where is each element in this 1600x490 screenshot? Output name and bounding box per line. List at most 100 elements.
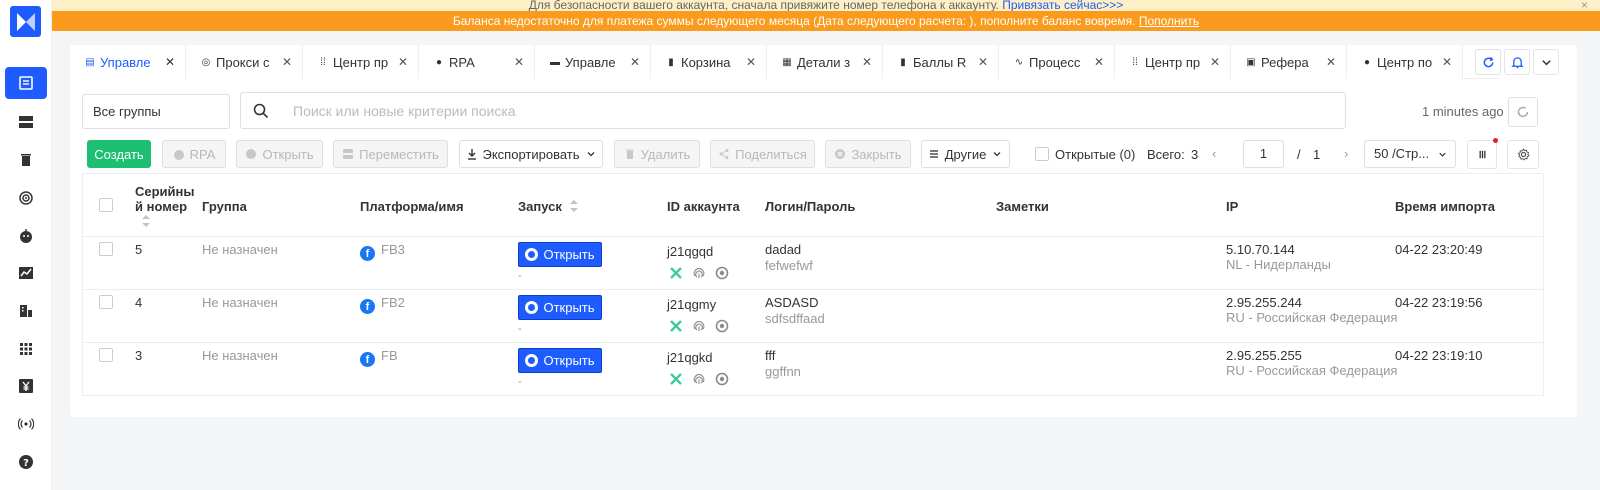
- notifications-button[interactable]: [1504, 49, 1530, 75]
- tab-item[interactable]: ▦ Детали з ✕: [767, 45, 883, 79]
- sidebar-item-apps[interactable]: [5, 333, 47, 365]
- sidebar-item-company[interactable]: [5, 295, 47, 327]
- page-number-input[interactable]: 1: [1243, 140, 1284, 168]
- fingerprint-icon[interactable]: [691, 371, 706, 386]
- bind-phone-link[interactable]: Привязать сейчас>>>: [1002, 0, 1123, 11]
- sidebar-item-rpa[interactable]: [5, 220, 47, 252]
- sidebar-item-broadcast[interactable]: [5, 408, 47, 440]
- target-icon[interactable]: [714, 265, 729, 280]
- tab-label: Центр по: [1377, 54, 1433, 70]
- tab-close-icon[interactable]: ✕: [978, 55, 988, 69]
- tab-close-icon[interactable]: ✕: [1442, 55, 1452, 69]
- sidebar-item-help[interactable]: ?: [5, 446, 47, 478]
- sidebar-item-stats[interactable]: [5, 257, 47, 289]
- page-separator: /: [1297, 147, 1301, 162]
- tab-item[interactable]: ⁞⁞ Центр пр ✕: [303, 45, 419, 79]
- create-button[interactable]: Создать: [87, 140, 151, 168]
- broadcast-icon: [18, 418, 34, 430]
- cell-group: Не назначен: [202, 242, 278, 257]
- open-profile-label: Открыть: [543, 247, 595, 262]
- sidebar-item-billing[interactable]: [5, 370, 47, 402]
- tab-item[interactable]: ∿ Процесс ✕: [999, 45, 1115, 79]
- tab-item[interactable]: ◎ Прокси с ✕: [186, 45, 303, 79]
- opened-filter-checkbox[interactable]: [1035, 147, 1049, 161]
- fingerprint-icon[interactable]: [691, 265, 706, 280]
- tab-close-icon[interactable]: ✕: [1326, 55, 1336, 69]
- target-icon[interactable]: [714, 371, 729, 386]
- move-button[interactable]: Переместить: [333, 140, 448, 168]
- search-input[interactable]: [293, 101, 1193, 121]
- refresh-list-button[interactable]: [1508, 97, 1538, 127]
- tab-item[interactable]: ● RPA ✕: [419, 45, 535, 79]
- facebook-icon: f: [360, 246, 375, 261]
- tab-close-icon[interactable]: ✕: [862, 55, 872, 69]
- tab-close-icon[interactable]: ✕: [630, 55, 640, 69]
- account-icons: [668, 318, 729, 333]
- top-up-link[interactable]: Пополнить: [1139, 14, 1199, 28]
- group-select[interactable]: Все группы: [82, 94, 230, 129]
- facebook-icon: f: [360, 299, 375, 314]
- next-page-icon[interactable]: ›: [1344, 146, 1348, 161]
- select-all-checkbox[interactable]: [99, 198, 113, 212]
- cookie-status-icon[interactable]: [668, 318, 683, 333]
- sidebar-item-proxy[interactable]: [5, 182, 47, 214]
- export-button[interactable]: Экспортировать: [459, 140, 603, 168]
- tab-close-icon[interactable]: ✕: [746, 55, 756, 69]
- trash-icon: [625, 149, 634, 159]
- close-button[interactable]: Закрыть: [825, 140, 911, 168]
- prev-page-icon[interactable]: ‹: [1212, 146, 1216, 161]
- tab-close-icon[interactable]: ✕: [514, 55, 524, 69]
- row-checkbox[interactable]: [99, 348, 113, 362]
- sidebar-item-servers[interactable]: [5, 106, 47, 138]
- row-checkbox[interactable]: [99, 242, 113, 256]
- cookie-status-icon[interactable]: [668, 371, 683, 386]
- share-button[interactable]: Поделиться: [710, 140, 815, 168]
- settings-button[interactable]: [1507, 140, 1539, 169]
- tab-close-icon[interactable]: ✕: [1094, 55, 1104, 69]
- proxy-icon: ◎: [201, 56, 211, 68]
- cookie-status-icon[interactable]: [668, 265, 683, 280]
- tab-item[interactable]: ▬ Управле ✕: [535, 45, 651, 79]
- tab-item[interactable]: ▣ Рефера ✕: [1231, 45, 1347, 79]
- tab-close-icon[interactable]: ✕: [282, 55, 292, 69]
- target-icon[interactable]: [714, 318, 729, 333]
- sidebar-item-trash[interactable]: [5, 144, 47, 176]
- tab-item[interactable]: ⁞⁞ Центр пр ✕: [1115, 45, 1231, 79]
- reload-button[interactable]: [1475, 49, 1501, 75]
- page-size-value: 50 /Стр...: [1374, 146, 1430, 161]
- other-button[interactable]: Другие: [921, 140, 1010, 168]
- play-circle-icon: [246, 149, 257, 159]
- tab-item[interactable]: ▮ Корзина ✕: [651, 45, 767, 79]
- close-icon[interactable]: ×: [1581, 0, 1588, 11]
- tab-item[interactable]: ● Центр по ✕: [1347, 45, 1463, 79]
- search-box[interactable]: [240, 92, 1346, 129]
- tab-close-icon[interactable]: ✕: [398, 55, 408, 69]
- open-profile-button[interactable]: Открыть: [518, 295, 602, 320]
- account-icons: [668, 371, 729, 386]
- rpa-button[interactable]: RPA: [162, 140, 226, 168]
- tab-close-icon[interactable]: ✕: [1210, 55, 1220, 69]
- open-button[interactable]: Открыть: [236, 140, 323, 168]
- row-checkbox[interactable]: [99, 295, 113, 309]
- open-profile-button[interactable]: Открыть: [518, 242, 602, 267]
- header-serial[interactable]: Серийны й номер: [135, 184, 195, 231]
- tab-close-icon[interactable]: ✕: [165, 55, 175, 69]
- table-row[interactable]: 3 Не назначен f FB Открыть - j21qgkd fff ggffnn 2…: [83, 343, 1543, 396]
- columns-button[interactable]: [1467, 138, 1498, 169]
- app-logo[interactable]: [10, 6, 41, 37]
- create-button-label: Создать: [94, 146, 144, 162]
- table-row[interactable]: 4 Не назначен f FB2 Открыть - j21qgmy ASDASD sdf…: [83, 290, 1543, 343]
- page-total: 1: [1313, 147, 1321, 162]
- tab-item[interactable]: ▤ Управле ✕: [70, 45, 186, 79]
- fingerprint-icon[interactable]: [691, 318, 706, 333]
- tab-item[interactable]: ▮ Баллы R ✕: [883, 45, 999, 79]
- share-button-label: Поделиться: [735, 146, 807, 162]
- sidebar-item-profiles[interactable]: [5, 67, 47, 99]
- table-row[interactable]: 5 Не назначен f FB3 Открыть - j21qgqd dadad fefw…: [83, 237, 1543, 290]
- open-profile-button[interactable]: Открыть: [518, 348, 602, 373]
- page-size-select[interactable]: 50 /Стр...: [1364, 140, 1456, 168]
- sort-icon: [142, 215, 150, 227]
- delete-button[interactable]: Удалить: [614, 140, 700, 168]
- tabs-dropdown-button[interactable]: [1533, 49, 1559, 75]
- header-launch[interactable]: Запуск: [518, 199, 579, 214]
